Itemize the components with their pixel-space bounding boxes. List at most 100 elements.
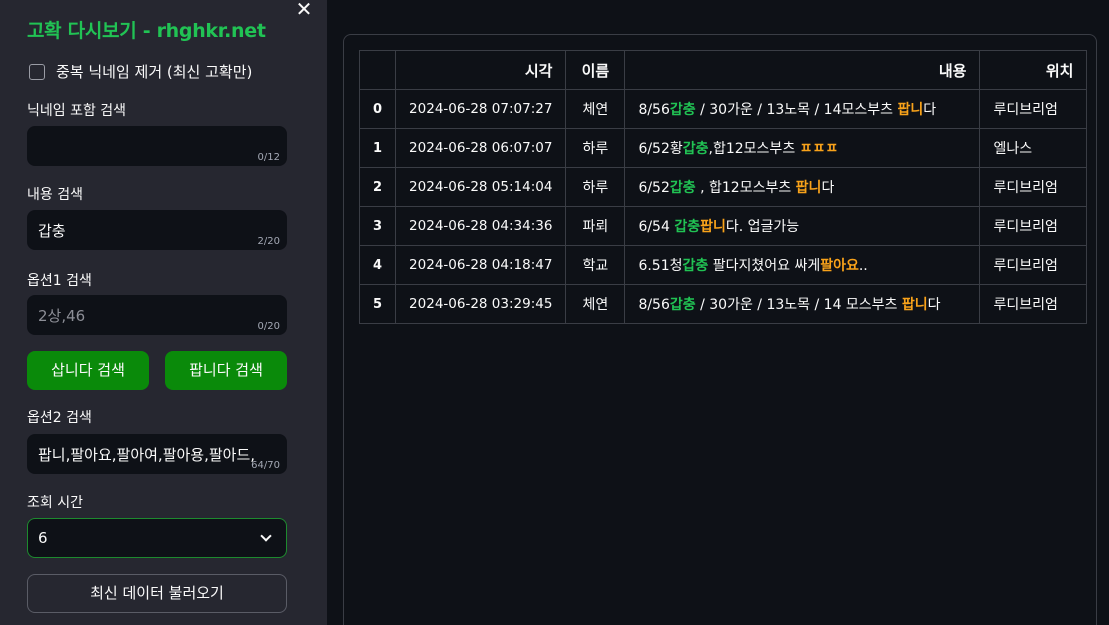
time-cell: 2024-06-28 04:18:47 (395, 245, 567, 285)
results-panel: 시각 이름 내용 위치 0 2024-06-28 07:07:27 체연 8/56갑충… (343, 34, 1097, 625)
content-text: 8/56 (638, 297, 670, 313)
name-cell: 하루 (565, 167, 626, 207)
content-text: 다 (821, 180, 835, 196)
dedupe-checkbox-label: 중복 닉네임 제거 (최신 고확만) (56, 63, 253, 81)
table-body: 0 2024-06-28 07:07:27 체연 8/56갑충 / 30가운 / 13… (358, 89, 1088, 324)
main-content: 시각 이름 내용 위치 0 2024-06-28 07:07:27 체연 8/56갑충… (327, 0, 1109, 625)
header-index[interactable] (358, 50, 397, 90)
row-index-cell: 4 (358, 245, 397, 285)
content-cell: 6/52황갑충,합12모스부츠 ㅍㅍㅍ (624, 128, 981, 168)
location-cell: 엘나스 (979, 128, 1088, 168)
table-row: 1 2024-06-28 06:07:07 하루 6/52황갑충,합12모스부츠 ㅍㅍ… (358, 128, 1088, 168)
highlighted-keyword: 갑충 (682, 258, 709, 274)
option1-search-label: 옵션1 검색 (27, 273, 92, 289)
time-cell: 2024-06-28 05:14:04 (395, 167, 567, 207)
dedupe-checkbox[interactable] (29, 63, 45, 80)
row-index-cell: 2 (358, 167, 397, 207)
app: ✕ 고확 다시보기 - rhghkr.net 중복 닉네임 제거 (최신 고확만… (0, 0, 1109, 625)
location-cell: 루디브리엄 (979, 245, 1088, 285)
nickname-search-input[interactable]: 0/12 (27, 126, 287, 166)
option2-search-label: 옵션2 검색 (27, 410, 92, 426)
time-cell: 2024-06-28 06:07:07 (395, 128, 567, 168)
table-row: 4 2024-06-28 04:18:47 학교 6.51청갑충 팔다지쳤어요 싸게팔… (358, 245, 1088, 285)
location-cell: 루디브리엄 (979, 89, 1088, 129)
content-text: 8/56 (638, 102, 670, 118)
content-text: / 30가운 / 13노목 / 14 모스부츠 (695, 297, 902, 313)
header-location[interactable]: 위치 (979, 50, 1088, 90)
location-cell: 루디브리엄 (979, 284, 1088, 324)
content-text: 6/52 (638, 180, 670, 196)
refresh-data-button[interactable]: 최신 데이터 불러오기 (27, 574, 287, 613)
time-cell: 2024-06-28 07:07:27 (395, 89, 567, 129)
header-content[interactable]: 내용 (624, 50, 981, 90)
period-select[interactable]: 6 (27, 518, 287, 558)
chevron-down-icon (260, 530, 272, 542)
highlighted-keyword: 갑충 (669, 297, 696, 313)
sidebar: ✕ 고확 다시보기 - rhghkr.net 중복 닉네임 제거 (최신 고확만… (0, 0, 327, 625)
highlighted-keyword: 갑충 (669, 180, 696, 196)
table-header-row: 시각 이름 내용 위치 (358, 50, 1088, 90)
content-text: 다 (927, 297, 941, 313)
buy-search-button[interactable]: 삽니다 검색 (27, 351, 149, 390)
header-time[interactable]: 시각 (395, 50, 567, 90)
content-text: 다. 업글가능 (725, 219, 800, 235)
nickname-char-counter: 0/12 (257, 152, 280, 163)
dedupe-checkbox-row[interactable]: 중복 닉네임 제거 (최신 고확만) (29, 61, 252, 82)
content-text: / 30가운 / 13노목 / 14모스부츠 (695, 102, 898, 118)
name-cell: 학교 (565, 245, 626, 285)
highlighted-keyword: 팝니 (700, 219, 726, 235)
highlighted-keyword: 갑충 (674, 219, 701, 235)
highlighted-keyword: 팝니 (897, 102, 924, 118)
header-name[interactable]: 이름 (565, 50, 626, 90)
period-select-value: 6 (38, 529, 48, 547)
content-text: 다 (923, 102, 937, 118)
row-index-cell: 3 (358, 206, 397, 246)
content-text: 6.51청 (638, 258, 683, 274)
name-cell: 파뢰 (565, 206, 626, 246)
sell-search-button[interactable]: 팝니다 검색 (165, 351, 287, 390)
content-cell: 8/56갑충 / 30가운 / 13노목 / 14모스부츠 팝니다 (624, 89, 981, 129)
content-text: ,합12모스부츠 (708, 141, 800, 157)
content-text: 6/54 (638, 219, 675, 235)
content-cell: 6/54 갑충팝니다. 업글가능 (624, 206, 981, 246)
option1-search-placeholder: 2상,46 (38, 306, 86, 325)
content-cell: 8/56갑충 / 30가운 / 13노목 / 14 모스부츠 팝니다 (624, 284, 981, 324)
option2-search-input[interactable]: 팝니,팔아요,팔아여,팔아용,팔아드, 64/70 (27, 434, 287, 474)
table-row: 0 2024-06-28 07:07:27 체연 8/56갑충 / 30가운 / 13… (358, 89, 1088, 129)
highlighted-keyword: ㅍㅍㅍ (799, 141, 839, 157)
table-row: 2 2024-06-28 05:14:04 하루 6/52갑충 , 합12모스부츠 팝… (358, 167, 1088, 207)
option2-char-counter: 64/70 (251, 460, 280, 471)
content-char-counter: 2/20 (257, 236, 280, 247)
option1-char-counter: 0/20 (257, 321, 280, 332)
time-cell: 2024-06-28 04:34:36 (395, 206, 567, 246)
content-text: 6/52황 (638, 141, 683, 157)
content-cell: 6/52갑충 , 합12모스부츠 팝니다 (624, 167, 981, 207)
highlighted-keyword: 갑충 (669, 102, 696, 118)
row-index-cell: 5 (358, 284, 397, 324)
results-table: 시각 이름 내용 위치 0 2024-06-28 07:07:27 체연 8/56갑충… (358, 50, 1088, 324)
location-cell: 루디브리엄 (979, 206, 1088, 246)
content-search-value: 갑충 (38, 221, 66, 240)
location-cell: 루디브리엄 (979, 167, 1088, 207)
name-cell: 체연 (565, 284, 626, 324)
row-index-cell: 0 (358, 89, 397, 129)
highlighted-keyword: 팔아요 (820, 258, 859, 274)
nickname-search-label: 닉네임 포함 검색 (27, 103, 127, 119)
content-text: , 합12모스부츠 (695, 180, 796, 196)
option2-search-value: 팝니,팔아요,팔아여,팔아용,팔아드, (38, 445, 256, 464)
content-search-label: 내용 검색 (27, 187, 83, 203)
option1-search-input[interactable]: 2상,46 0/20 (27, 295, 287, 335)
highlighted-keyword: 팝니 (795, 180, 822, 196)
period-label: 조회 시간 (27, 495, 83, 511)
content-text: 팔다지쳤어요 싸게 (708, 258, 821, 274)
highlighted-keyword: 갑충 (682, 141, 709, 157)
close-sidebar-icon[interactable]: ✕ (293, 0, 315, 20)
table-row: 5 2024-06-28 03:29:45 체연 8/56갑충 / 30가운 / 13… (358, 284, 1088, 324)
time-cell: 2024-06-28 03:29:45 (395, 284, 567, 324)
name-cell: 체연 (565, 89, 626, 129)
name-cell: 하루 (565, 128, 626, 168)
table-row: 3 2024-06-28 04:34:36 파뢰 6/54 갑충팝니다. 업글가능 루디… (358, 206, 1088, 246)
content-text: .. (858, 258, 868, 274)
content-search-input[interactable]: 갑충 2/20 (27, 210, 287, 250)
row-index-cell: 1 (358, 128, 397, 168)
